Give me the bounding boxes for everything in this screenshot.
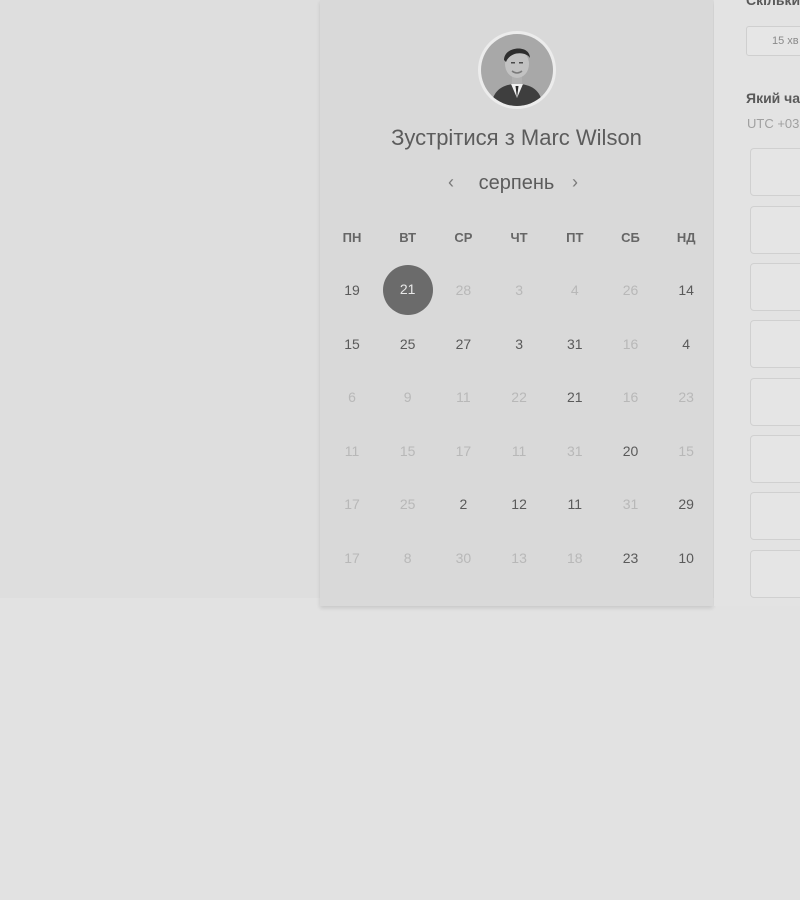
- time-slot[interactable]: [750, 435, 800, 483]
- calendar-day: 3: [515, 282, 523, 298]
- calendar-day[interactable]: 20: [603, 433, 659, 469]
- duration-label: Скільки: [746, 0, 800, 8]
- weekday-header: НД: [676, 230, 696, 245]
- time-slot[interactable]: [750, 263, 800, 311]
- month-navigation: ‹ серпень ›: [320, 170, 713, 200]
- booking-calendar-card: Зустрітися з Marc Wilson ‹ серпень › ПН В…: [320, 0, 713, 606]
- calendar-day: 18: [567, 549, 583, 566]
- time-slot[interactable]: [750, 148, 800, 196]
- calendar-day: 15: [399, 442, 416, 459]
- calendar-day[interactable]: 14: [658, 272, 714, 308]
- weekday-header: СР: [454, 230, 473, 245]
- calendar-day: 11: [511, 442, 527, 459]
- month-label: серпень: [478, 172, 555, 194]
- calendar-day: 8: [403, 549, 412, 566]
- meeting-title: Зустрітися з Marc Wilson: [391, 125, 642, 150]
- calendar-day: 22: [511, 389, 527, 405]
- time-slot[interactable]: [750, 492, 800, 540]
- calendar-day: 9: [403, 389, 412, 405]
- calendar-day[interactable]: 21: [547, 379, 603, 415]
- calendar-day: 31: [622, 496, 639, 512]
- calendar-day[interactable]: 25: [380, 326, 436, 362]
- calendar-day: 31: [567, 442, 583, 459]
- calendar-day[interactable]: 23: [603, 540, 659, 576]
- calendar-day[interactable]: 19: [324, 272, 380, 308]
- calendar-day[interactable]: 27: [435, 326, 491, 362]
- weekday-header: ПТ: [566, 230, 584, 245]
- calendar-day: 16: [622, 389, 639, 405]
- duration-select[interactable]: 15 хв: [746, 26, 800, 56]
- calendar-day[interactable]: 31: [547, 326, 603, 362]
- weekday-header: СБ: [621, 230, 640, 245]
- time-slot[interactable]: [750, 320, 800, 368]
- calendar-day[interactable]: 2: [435, 486, 491, 522]
- calendar-day: 11: [344, 442, 360, 459]
- avatar: [478, 31, 556, 109]
- calendar-day: 17: [455, 442, 472, 459]
- calendar-day: 13: [511, 549, 527, 566]
- calendar-day: 4: [570, 282, 579, 298]
- calendar-day[interactable]: 15: [324, 326, 380, 362]
- calendar-day: 15: [678, 442, 694, 459]
- time-label: Який час: [746, 90, 800, 106]
- time-slot[interactable]: [750, 206, 800, 254]
- calendar-day[interactable]: 4: [658, 326, 714, 362]
- calendar-day[interactable]: 3: [491, 326, 547, 362]
- calendar-day[interactable]: 29: [658, 486, 714, 522]
- calendar-day: 30: [455, 549, 472, 566]
- calendar-day: 26: [622, 282, 639, 298]
- calendar-day: 23: [678, 389, 694, 405]
- weekday-header: ЧТ: [510, 230, 528, 245]
- calendar-day: 11: [456, 389, 471, 405]
- weekday-header: ПН: [342, 230, 362, 245]
- calendar-day: 6: [348, 389, 356, 405]
- time-slot[interactable]: [750, 378, 800, 426]
- calendar-day[interactable]: 11: [547, 486, 603, 522]
- timezone-label: UTC +03: [747, 116, 800, 131]
- profile-photo: [481, 34, 553, 106]
- chevron-right-icon[interactable]: ›: [572, 172, 578, 193]
- calendar-day: 25: [399, 496, 416, 512]
- calendar-day: 16: [622, 335, 639, 352]
- calendar-day: 17: [344, 496, 360, 512]
- calendar-day[interactable]: 12: [491, 486, 547, 522]
- calendar-day[interactable]: 10: [658, 540, 714, 576]
- calendar-day: 28: [455, 282, 472, 298]
- calendar-day: 17: [344, 549, 360, 566]
- time-selection-panel: Скільки 15 хв Який час UTC +03: [714, 0, 800, 606]
- weekday-header: ВТ: [399, 230, 417, 245]
- calendar-day-selected[interactable]: 21: [382, 265, 433, 315]
- time-slot[interactable]: [750, 550, 800, 598]
